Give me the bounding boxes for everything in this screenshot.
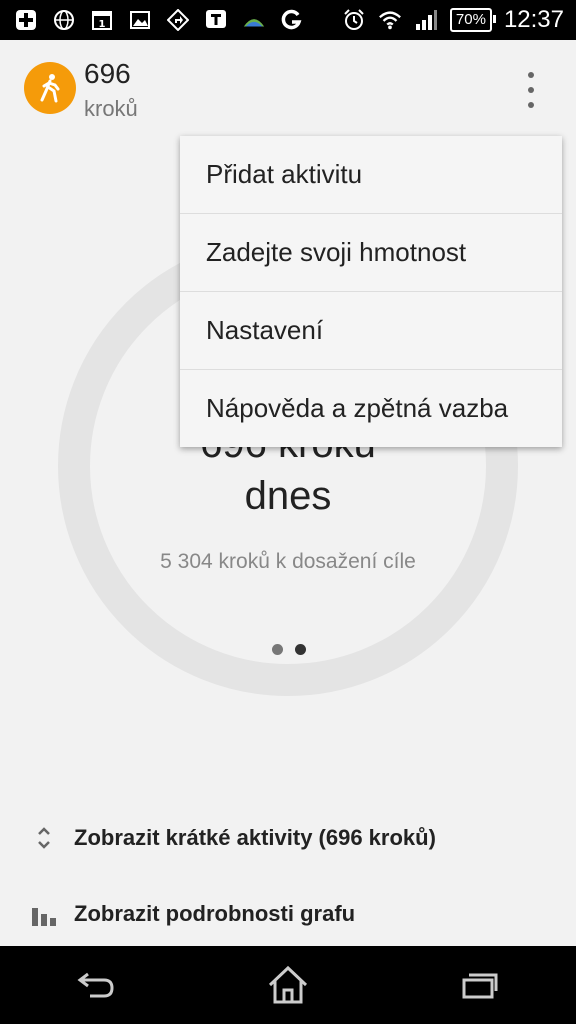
signal-icon [414,8,438,32]
ring-goal-remaining: 5 304 kroků k dosažení cíle [160,550,416,573]
clock: 12:37 [503,6,564,33]
navigation-bar [0,946,576,1024]
svg-text:1: 1 [99,19,106,30]
recent-apps-button[interactable] [440,955,520,1015]
page-dot-2[interactable] [295,644,306,655]
alarm-icon [342,8,366,32]
overflow-menu-button[interactable] [516,72,546,108]
weather-icon [242,8,266,32]
nav-arrow-icon [166,8,190,32]
calendar-icon: 1 [90,8,114,32]
battery-indicator: 70% [449,8,496,32]
menu-item-settings[interactable]: Nastavení [180,292,562,370]
menu-item-enter-weight[interactable]: Zadejte svoji hmotnost [180,214,562,292]
status-bar: 1 70% 12:37 [0,0,576,40]
page-indicator [272,644,306,655]
wifi-icon [378,8,402,32]
header-steps-unit: kroků [84,96,138,121]
home-icon [268,965,308,1004]
bar-chart-icon [32,908,56,926]
menu-item-add-activity[interactable]: Přidat aktivitu [180,136,562,214]
more-vert-icon [528,72,534,78]
home-button[interactable] [248,955,328,1015]
menu-item-help-feedback[interactable]: Nápověda a zpětná vazba [180,370,562,447]
show-graph-details-label: Zobrazit podrobnosti grafu [74,901,356,926]
header-steps-count: 696 [84,58,131,89]
page-dot-1[interactable] [272,644,283,655]
plus-badge-icon [14,8,38,32]
show-short-activities-row[interactable]: Zobrazit krátké aktivity (696 kroků) [0,808,576,868]
expand-collapse-icon [38,827,50,849]
recent-apps-icon [462,973,498,999]
show-short-activities-label: Zobrazit krátké aktivity (696 kroků) [74,825,436,850]
show-graph-details-row[interactable]: Zobrazit podrobnosti grafu [0,884,576,944]
back-button[interactable] [56,955,136,1015]
globe-icon [52,8,76,32]
ring-title-line2: dnes [244,474,332,518]
overflow-menu: Přidat aktivitu Zadejte svoji hmotnost N… [180,136,562,447]
g-letter-icon [280,8,304,32]
walking-person-icon [40,74,60,103]
t-letter-icon [204,8,228,32]
activity-avatar[interactable] [24,62,76,114]
back-icon [77,972,114,998]
image-icon [128,8,152,32]
